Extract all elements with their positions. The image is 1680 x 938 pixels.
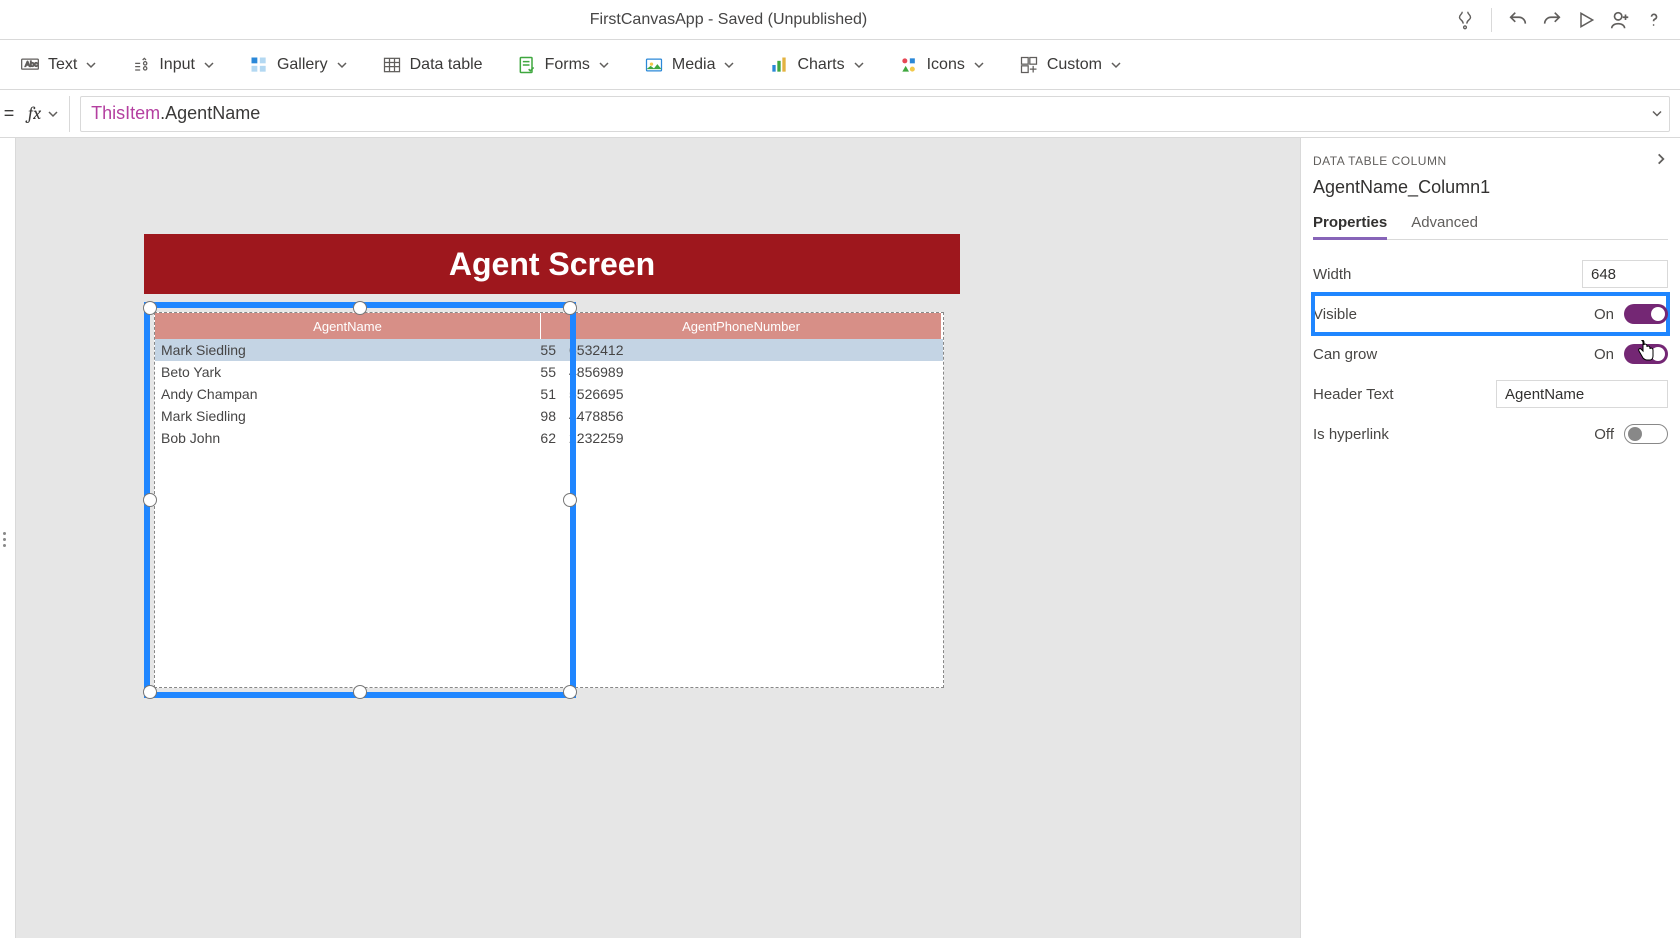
canvas[interactable]: Agent Screen AgentName AgentPhoneNumber … bbox=[16, 138, 1300, 938]
ribbon-text[interactable]: Abc Text bbox=[20, 55, 97, 75]
table-row[interactable]: Mark Siedling984478856 bbox=[155, 405, 943, 427]
share-icon[interactable] bbox=[1608, 8, 1632, 32]
cell-phone: 5526695 bbox=[563, 383, 941, 405]
expand-formula-icon[interactable] bbox=[1651, 103, 1663, 124]
ribbon-label: Data table bbox=[410, 56, 483, 74]
cell-phone-prefix: 98 bbox=[541, 405, 563, 427]
tab-properties[interactable]: Properties bbox=[1313, 208, 1387, 240]
cell-phone-prefix: 51 bbox=[541, 383, 563, 405]
cell-phone: 4478856 bbox=[563, 405, 941, 427]
cell-agentname: Bob John bbox=[155, 427, 541, 449]
tab-advanced[interactable]: Advanced bbox=[1411, 208, 1478, 239]
cell-agentname: Mark Siedling bbox=[155, 339, 541, 361]
prop-hyperlink: Is hyperlink Off bbox=[1313, 414, 1668, 454]
table-row[interactable]: Mark Siedling556532412 bbox=[155, 339, 943, 361]
prop-label: Can grow bbox=[1313, 346, 1377, 363]
ribbon-media[interactable]: Media bbox=[644, 55, 736, 75]
toggle-state: Off bbox=[1594, 426, 1614, 443]
left-rail-collapsed[interactable] bbox=[0, 138, 16, 938]
fx-label: fx bbox=[28, 103, 41, 124]
ribbon-label: Text bbox=[48, 56, 77, 74]
prop-width: Width bbox=[1313, 254, 1668, 294]
ribbon-custom[interactable]: Custom bbox=[1019, 55, 1122, 75]
breadcrumb: DATA TABLE COLUMN bbox=[1313, 154, 1447, 168]
toggle-state: On bbox=[1594, 306, 1614, 323]
selected-object-name: AgentName_Column1 bbox=[1313, 177, 1668, 198]
ribbon-label: Gallery bbox=[277, 56, 328, 74]
prop-visible: Visible On bbox=[1313, 294, 1668, 334]
table-row[interactable]: Andy Champan515526695 bbox=[155, 383, 943, 405]
prop-label: Visible bbox=[1313, 306, 1357, 323]
column-header-agentphone[interactable]: AgentPhoneNumber bbox=[541, 313, 941, 339]
width-input[interactable] bbox=[1582, 260, 1668, 288]
ribbon-input[interactable]: Input bbox=[131, 55, 215, 75]
table-header: AgentName AgentPhoneNumber bbox=[155, 313, 943, 339]
column-header-agentname[interactable]: AgentName bbox=[155, 313, 541, 339]
hyperlink-toggle[interactable] bbox=[1624, 424, 1668, 444]
prop-label: Width bbox=[1313, 266, 1351, 283]
resize-handle[interactable] bbox=[563, 685, 577, 699]
ribbon-label: Charts bbox=[797, 56, 844, 74]
cell-phone: 6532412 bbox=[563, 339, 941, 361]
app-checker-icon[interactable] bbox=[1453, 8, 1477, 32]
cell-agentname: Andy Champan bbox=[155, 383, 541, 405]
screen-title: Agent Screen bbox=[144, 234, 960, 294]
prop-label: Header Text bbox=[1313, 386, 1394, 403]
resize-handle[interactable] bbox=[563, 493, 577, 507]
resize-handle[interactable] bbox=[143, 493, 157, 507]
play-icon[interactable] bbox=[1574, 8, 1598, 32]
title-bar: FirstCanvasApp - Saved (Unpublished) bbox=[0, 0, 1680, 40]
ribbon-label: Media bbox=[672, 56, 716, 74]
ribbon-icons[interactable]: Icons bbox=[899, 55, 985, 75]
fx-dropdown[interactable]: fx bbox=[18, 96, 70, 132]
ribbon-charts[interactable]: Charts bbox=[769, 55, 864, 75]
svg-text:Abc: Abc bbox=[25, 59, 38, 68]
toggle-state: On bbox=[1594, 346, 1614, 363]
cangrow-toggle[interactable] bbox=[1624, 344, 1668, 364]
property-tabs: Properties Advanced bbox=[1313, 208, 1668, 240]
resize-handle[interactable] bbox=[353, 301, 367, 315]
ribbon-datatable[interactable]: Data table bbox=[382, 55, 483, 75]
insert-ribbon: Abc Text Input Gallery Data table Forms … bbox=[0, 40, 1680, 90]
cell-agentname: Beto Yark bbox=[155, 361, 541, 383]
separator bbox=[1491, 8, 1492, 32]
prop-cangrow: Can grow On bbox=[1313, 334, 1668, 374]
ribbon-label: Input bbox=[159, 56, 195, 74]
prop-headertext: Header Text bbox=[1313, 374, 1668, 414]
ribbon-label: Icons bbox=[927, 56, 965, 74]
formula-bar: = fx ThisItem.AgentName bbox=[0, 90, 1680, 138]
app-title: FirstCanvasApp - Saved (Unpublished) bbox=[14, 11, 1443, 29]
redo-icon[interactable] bbox=[1540, 8, 1564, 32]
cell-agentname: Mark Siedling bbox=[155, 405, 541, 427]
cell-phone: 4856989 bbox=[563, 361, 941, 383]
formula-token-thisitem: ThisItem bbox=[91, 103, 160, 124]
headertext-input[interactable] bbox=[1496, 380, 1668, 408]
ribbon-label: Forms bbox=[545, 56, 590, 74]
data-table[interactable]: AgentName AgentPhoneNumber Mark Siedling… bbox=[154, 312, 944, 688]
resize-handle[interactable] bbox=[353, 685, 367, 699]
cell-phone-prefix: 55 bbox=[541, 361, 563, 383]
cell-phone: 2232259 bbox=[563, 427, 941, 449]
resize-handle[interactable] bbox=[143, 301, 157, 315]
undo-icon[interactable] bbox=[1506, 8, 1530, 32]
cell-phone-prefix: 55 bbox=[541, 339, 563, 361]
properties-pane: DATA TABLE COLUMN AgentName_Column1 Prop… bbox=[1300, 138, 1680, 938]
ribbon-gallery[interactable]: Gallery bbox=[249, 55, 348, 75]
table-row[interactable]: Bob John622232259 bbox=[155, 427, 943, 449]
prop-label: Is hyperlink bbox=[1313, 426, 1389, 443]
resize-handle[interactable] bbox=[563, 301, 577, 315]
chevron-right-icon[interactable] bbox=[1654, 152, 1668, 169]
help-icon[interactable] bbox=[1642, 8, 1666, 32]
cell-phone-prefix: 62 bbox=[541, 427, 563, 449]
formula-input[interactable]: ThisItem.AgentName bbox=[80, 96, 1670, 132]
formula-token-field: .AgentName bbox=[160, 103, 260, 124]
ribbon-forms[interactable]: Forms bbox=[517, 55, 610, 75]
ribbon-label: Custom bbox=[1047, 56, 1102, 74]
table-row[interactable]: Beto Yark554856989 bbox=[155, 361, 943, 383]
resize-handle[interactable] bbox=[143, 685, 157, 699]
equals-label: = bbox=[0, 103, 18, 124]
visible-toggle[interactable] bbox=[1624, 304, 1668, 324]
